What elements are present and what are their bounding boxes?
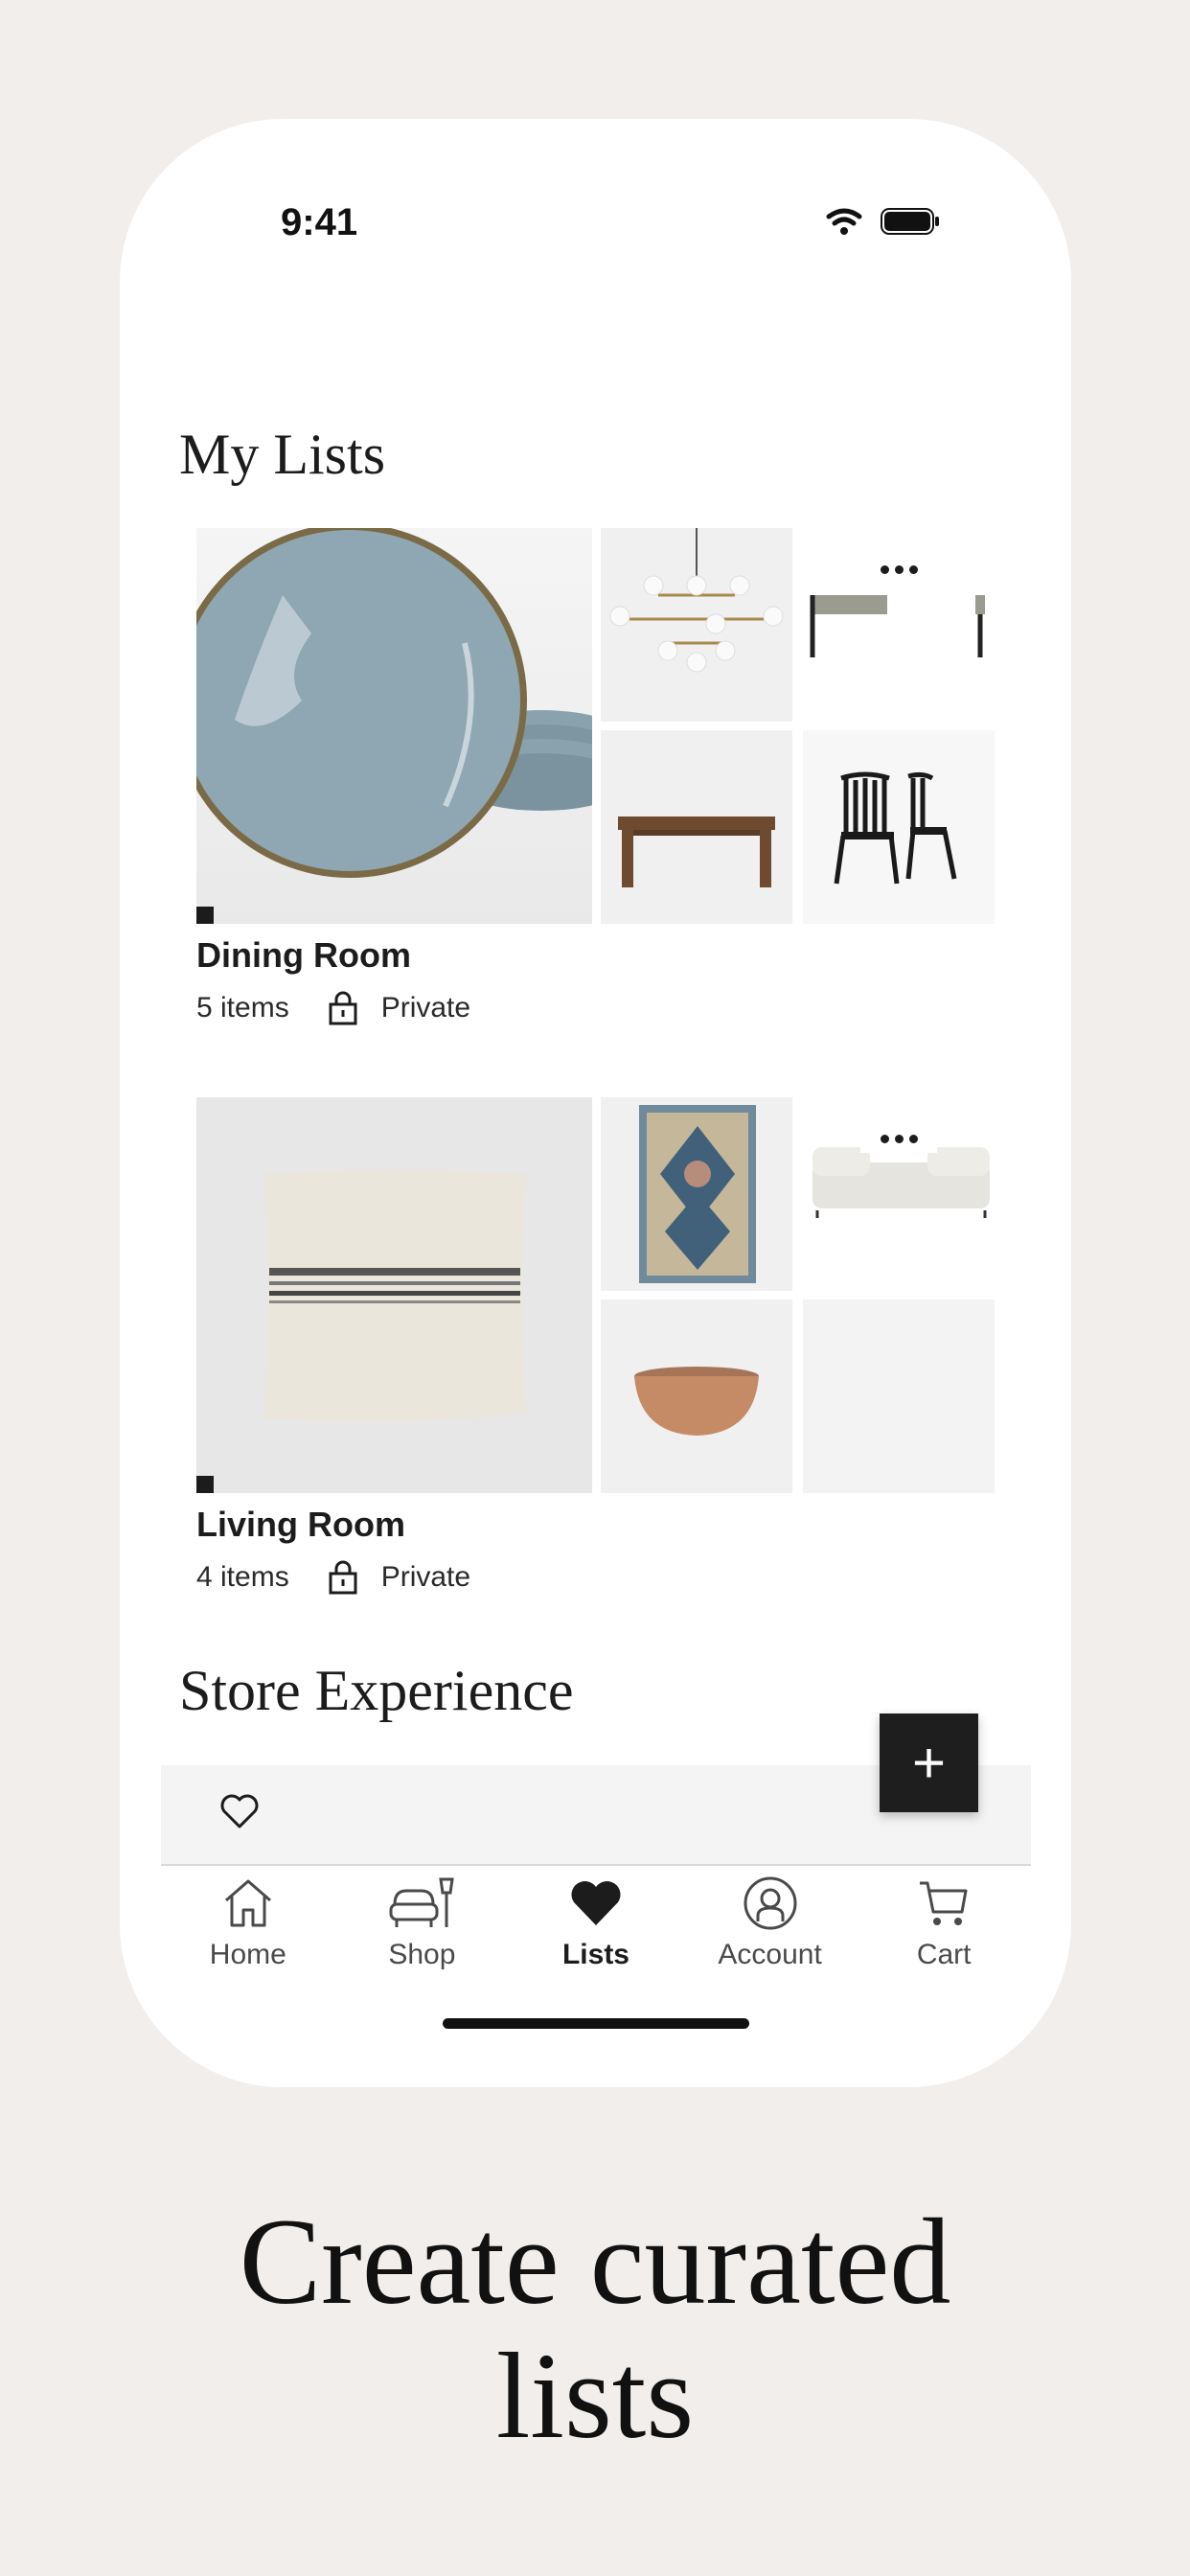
item-count: 4 items [196,1561,289,1593]
plate-image [196,528,592,924]
store-experience-heading: Store Experience [179,1659,574,1722]
lock-icon [328,1560,358,1595]
item-count: 5 items [196,992,289,1024]
heart-outline-icon[interactable] [218,1792,261,1835]
bench-image [803,528,995,722]
lock-icon [328,991,358,1025]
my-lists-heading: My Lists [179,423,386,486]
table-image [601,730,792,924]
list-card-living-room[interactable]: Living Room 4 items Private [196,1097,996,1595]
tab-shop[interactable]: Shop [335,1866,510,1990]
status-time: 9:41 [281,201,358,243]
cart-icon [920,1881,968,1925]
account-icon [744,1876,797,1930]
rug-image [601,1097,792,1291]
indicator-square [196,907,214,924]
list-name: Dining Room [196,935,411,975]
tab-home[interactable]: Home [161,1866,335,1990]
status-icons [825,207,940,236]
wifi-icon [826,208,862,235]
empty-tile [803,1300,995,1493]
bowl-image [601,1300,792,1493]
marketing-headline: Create curated lists [0,2195,1190,2463]
more-options-button[interactable] [860,555,937,584]
tab-lists[interactable]: Lists [509,1866,683,1990]
shop-icon [389,1877,455,1927]
tab-label: Cart [916,1939,972,1970]
tab-label: Shop [388,1939,456,1970]
home-icon [224,1879,271,1927]
list-meta: 5 items Private [196,991,996,1025]
heart-filled-icon [571,1880,621,1925]
indicator-square [196,1476,214,1493]
list-image-grid [196,528,996,924]
sofa-image [803,1097,995,1291]
tab-label: Account [718,1939,822,1970]
list-meta: 4 items Private [196,1560,996,1595]
tab-label: Lists [561,1939,629,1970]
add-list-button[interactable]: + [880,1714,978,1812]
pillow-image [196,1097,592,1493]
list-name: Living Room [196,1505,405,1544]
phone-frame: 9:41 My Lists Dining Room 5 items Privat… [120,119,1071,2087]
tab-cart[interactable]: Cart [857,1866,1031,1990]
privacy-label: Private [380,1561,471,1593]
home-indicator [443,2018,749,2029]
tab-account[interactable]: Account [683,1866,858,1990]
tab-bar: Home Shop Lists Account Cart [161,1866,1031,1990]
tab-label: Home [209,1939,286,1970]
chairs-image [803,730,995,924]
more-options-button[interactable] [860,1124,937,1153]
chandelier-image [601,528,792,722]
list-image-grid [196,1097,996,1493]
headline-line-1: Create curated [239,2194,951,2330]
list-card-dining-room[interactable]: Dining Room 5 items Private [196,528,996,1025]
battery-icon [881,208,939,235]
privacy-label: Private [380,992,471,1024]
headline-line-2: lists [495,2328,695,2464]
